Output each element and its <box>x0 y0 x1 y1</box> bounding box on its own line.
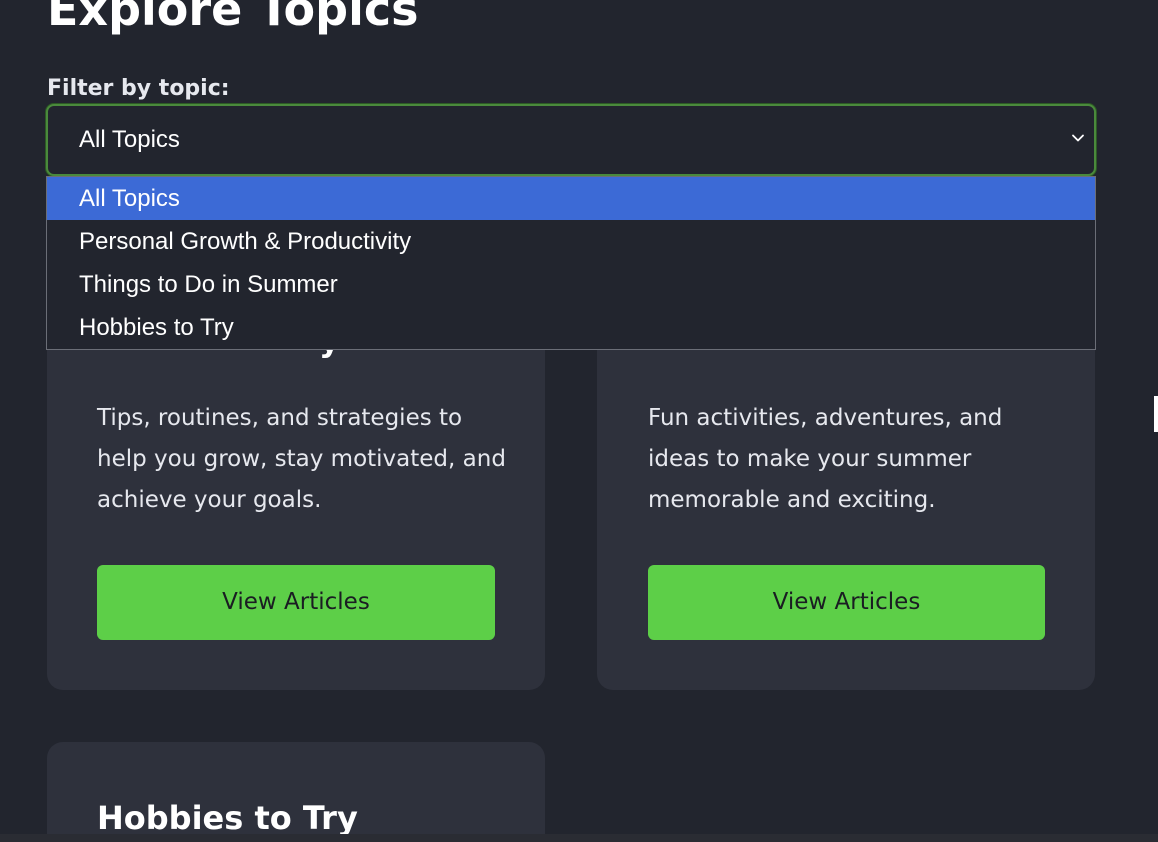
topic-card-summer: Fun activities, adventures, and ideas to… <box>597 300 1095 690</box>
card-description: Tips, routines, and strategies to help y… <box>97 405 506 513</box>
card-description: Fun activities, adventures, and ideas to… <box>648 405 1003 513</box>
option-summer[interactable]: Things to Do in Summer <box>47 263 1095 306</box>
topic-filter-select[interactable]: All Topics <box>46 104 1096 176</box>
view-articles-button[interactable]: View Articles <box>97 565 495 640</box>
explore-topics-page: Explore Topics Filter by topic: All Topi… <box>0 0 1158 834</box>
select-current-value: All Topics <box>79 126 180 153</box>
option-personal-growth[interactable]: Personal Growth & Productivity <box>47 220 1095 263</box>
bottom-edge <box>0 834 1158 842</box>
view-articles-button[interactable]: View Articles <box>648 565 1045 640</box>
topic-options-list: All Topics Personal Growth & Productivit… <box>46 176 1096 350</box>
card-title: Hobbies to Try <box>97 799 358 834</box>
topic-card-hobbies: Hobbies to Try <box>47 742 545 834</box>
page-title: Explore Topics <box>47 0 419 36</box>
option-all-topics[interactable]: All Topics <box>47 177 1095 220</box>
chevron-down-icon <box>1072 134 1084 142</box>
offscreen-element-edge <box>1154 396 1158 432</box>
filter-label: Filter by topic: <box>47 76 230 101</box>
topic-card-personal-growth: y Tips, routines, and strategies to help… <box>47 300 545 690</box>
option-hobbies[interactable]: Hobbies to Try <box>47 306 1095 349</box>
